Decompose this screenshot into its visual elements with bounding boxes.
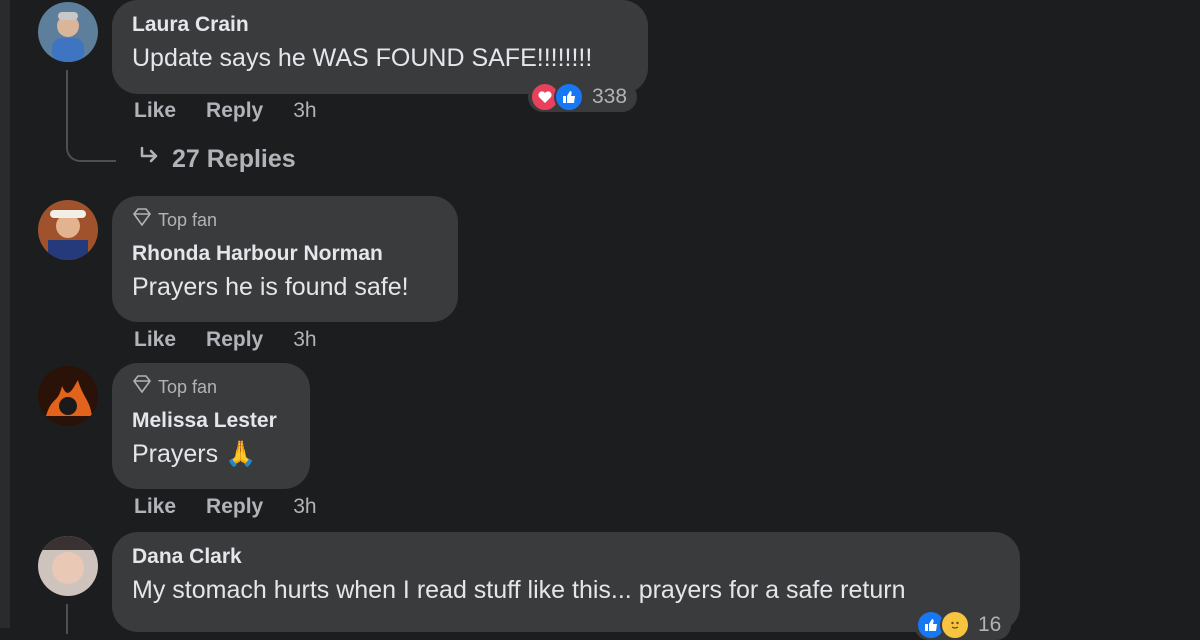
timestamp[interactable]: 3h [293,99,316,123]
comment-text: My stomach hurts when I read stuff like … [132,576,906,604]
reaction-count: 338 [592,85,628,108]
reaction-summary[interactable]: 16 [914,610,1012,640]
avatar-melissa-lester[interactable] [38,366,98,426]
thumbs-up-icon [554,82,584,112]
reaction-count: 16 [978,613,1002,636]
diamond-icon [132,208,152,231]
comment-bubble: Top fan Melissa Lester Prayers 🙏 [112,363,310,489]
badge-label: Top fan [158,376,218,397]
comment-author[interactable]: Laura Crain [132,12,628,38]
timestamp[interactable]: 3h [293,328,316,352]
replies-count: 27 Replies [172,145,296,173]
top-fan-badge: Top fan [132,375,290,398]
comment-text: Update says he WAS FOUND SAFE!!!!!!!! [132,44,593,72]
timestamp[interactable]: 3h [293,495,316,519]
comment-author[interactable]: Dana Clark [132,544,1000,570]
comment-text: Prayers 🙏 [132,440,257,468]
comment-actions: Like Reply 3h [134,495,317,519]
like-button[interactable]: Like [134,495,176,519]
badge-label: Top fan [158,209,218,230]
reply-button[interactable]: Reply [206,328,263,352]
avatar-rhonda-harbour-norman[interactable] [38,200,98,260]
like-button[interactable]: Like [134,328,176,352]
care-emoji-icon [940,610,970,640]
thread-line [66,604,68,634]
reply-arrow-icon [138,144,162,175]
avatar-dana-clark[interactable] [38,536,98,596]
like-button[interactable]: Like [134,99,176,123]
top-fan-badge: Top fan [132,208,438,231]
avatar-laura-crain[interactable] [38,2,98,62]
comment-author[interactable]: Rhonda Harbour Norman [132,241,438,267]
comment-bubble: Top fan Rhonda Harbour Norman Prayers he… [112,196,458,322]
diamond-icon [132,375,152,398]
reaction-summary[interactable]: 338 [528,82,638,112]
comment-text: Prayers he is found safe! [132,273,409,301]
reply-button[interactable]: Reply [206,99,263,123]
comment-bubble: Dana Clark My stomach hurts when I read … [112,532,1020,632]
comment-author[interactable]: Melissa Lester [132,408,290,434]
reply-button[interactable]: Reply [206,495,263,519]
comment-actions: Like Reply 3h [134,99,317,123]
comment-bubble: Laura Crain Update says he WAS FOUND SAF… [112,0,648,94]
view-replies-link[interactable]: 27 Replies [138,144,296,175]
comment-actions: Like Reply 3h [134,328,317,352]
thread-line [66,70,116,162]
left-page-edge [0,0,10,628]
